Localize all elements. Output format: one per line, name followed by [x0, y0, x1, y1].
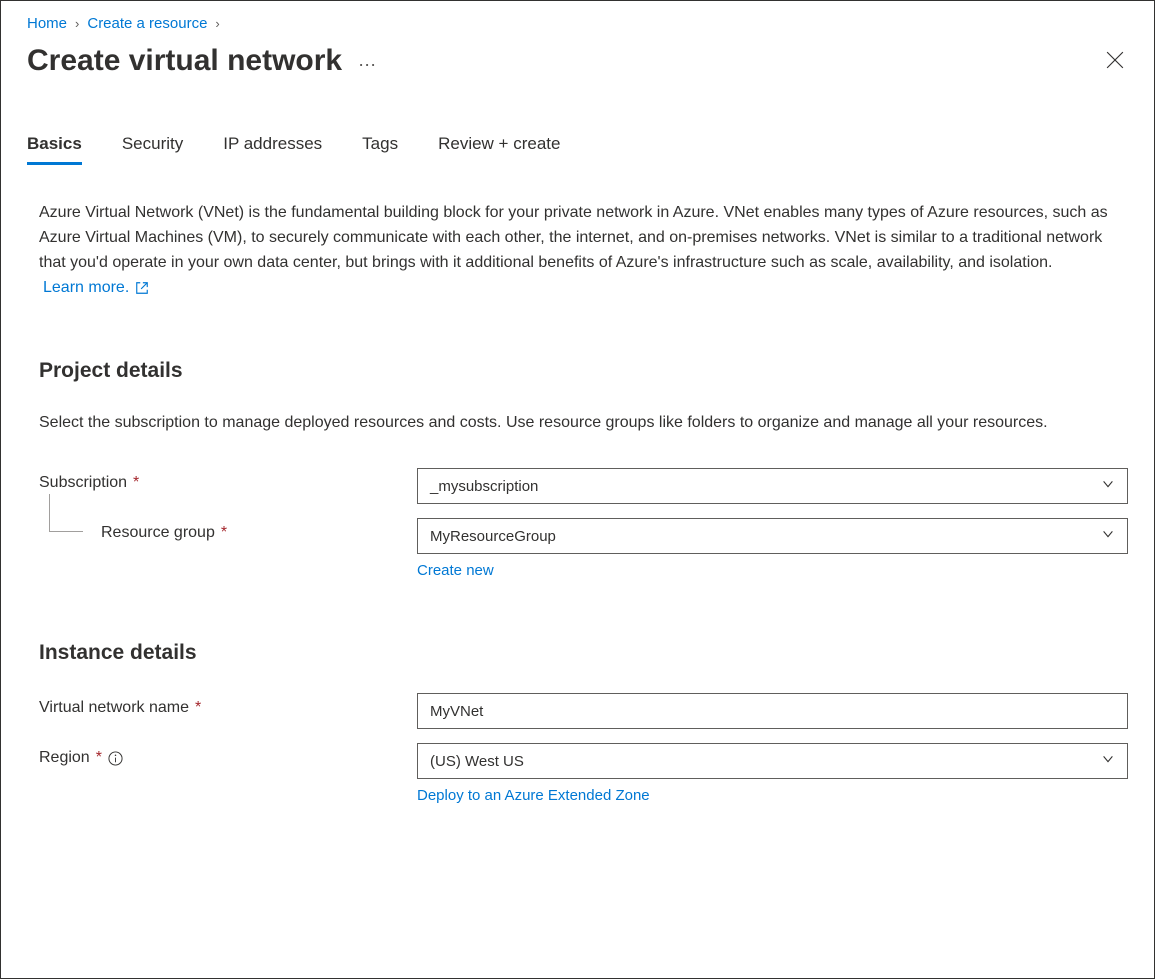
resource-group-select[interactable]: MyResourceGroup: [417, 518, 1128, 554]
field-region: Region * (US) West US Deploy to an Azure…: [27, 743, 1128, 804]
breadcrumb: Home › Create a resource ›: [27, 15, 1128, 32]
close-button[interactable]: [1102, 47, 1128, 76]
subscription-label: Subscription: [39, 474, 127, 492]
create-new-resource-group-link[interactable]: Create new: [417, 562, 1128, 579]
breadcrumb-home[interactable]: Home: [27, 15, 67, 32]
indent-connector: [49, 494, 83, 532]
tab-ip-addresses[interactable]: IP addresses: [223, 134, 322, 165]
page-header: Create virtual network ⋯: [27, 44, 1128, 78]
tab-security[interactable]: Security: [122, 134, 183, 165]
required-indicator: *: [221, 524, 227, 542]
field-vnet-name: Virtual network name *: [27, 693, 1128, 729]
project-details-heading: Project details: [27, 359, 1128, 383]
required-indicator: *: [96, 749, 102, 767]
subscription-value: _mysubscription: [430, 478, 538, 495]
chevron-right-icon: ›: [215, 16, 219, 31]
subscription-select[interactable]: _mysubscription: [417, 468, 1128, 504]
instance-details-heading: Instance details: [27, 641, 1128, 665]
region-value: (US) West US: [430, 753, 524, 770]
info-icon[interactable]: [108, 750, 124, 766]
tab-tags[interactable]: Tags: [362, 134, 398, 165]
chevron-right-icon: ›: [75, 16, 79, 31]
close-icon: [1106, 57, 1124, 72]
learn-more-label: Learn more.: [43, 279, 129, 297]
project-details-description: Select the subscription to manage deploy…: [27, 411, 1128, 436]
region-label: Region: [39, 749, 90, 767]
chevron-down-icon: [1101, 752, 1115, 770]
deploy-extended-zone-link[interactable]: Deploy to an Azure Extended Zone: [417, 787, 1128, 804]
intro-text: Azure Virtual Network (VNet) is the fund…: [27, 201, 1128, 275]
vnet-name-label: Virtual network name: [39, 699, 189, 717]
breadcrumb-create-resource[interactable]: Create a resource: [87, 15, 207, 32]
region-select[interactable]: (US) West US: [417, 743, 1128, 779]
resource-group-label: Resource group: [101, 524, 215, 542]
vnet-name-input[interactable]: [417, 693, 1128, 729]
chevron-down-icon: [1101, 527, 1115, 545]
required-indicator: *: [133, 474, 139, 492]
external-link-icon: [135, 279, 149, 297]
chevron-down-icon: [1101, 477, 1115, 495]
page-title: Create virtual network: [27, 44, 342, 78]
tab-review-create[interactable]: Review + create: [438, 134, 560, 165]
more-icon[interactable]: ⋯: [358, 55, 378, 76]
required-indicator: *: [195, 699, 201, 717]
field-subscription: Subscription * _mysubscription: [27, 468, 1128, 504]
resource-group-value: MyResourceGroup: [430, 528, 556, 545]
learn-more-link[interactable]: Learn more.: [27, 279, 149, 297]
field-resource-group: Resource group * MyResourceGroup Create …: [27, 518, 1128, 579]
tab-basics[interactable]: Basics: [27, 134, 82, 165]
tab-list: Basics Security IP addresses Tags Review…: [27, 134, 1128, 165]
